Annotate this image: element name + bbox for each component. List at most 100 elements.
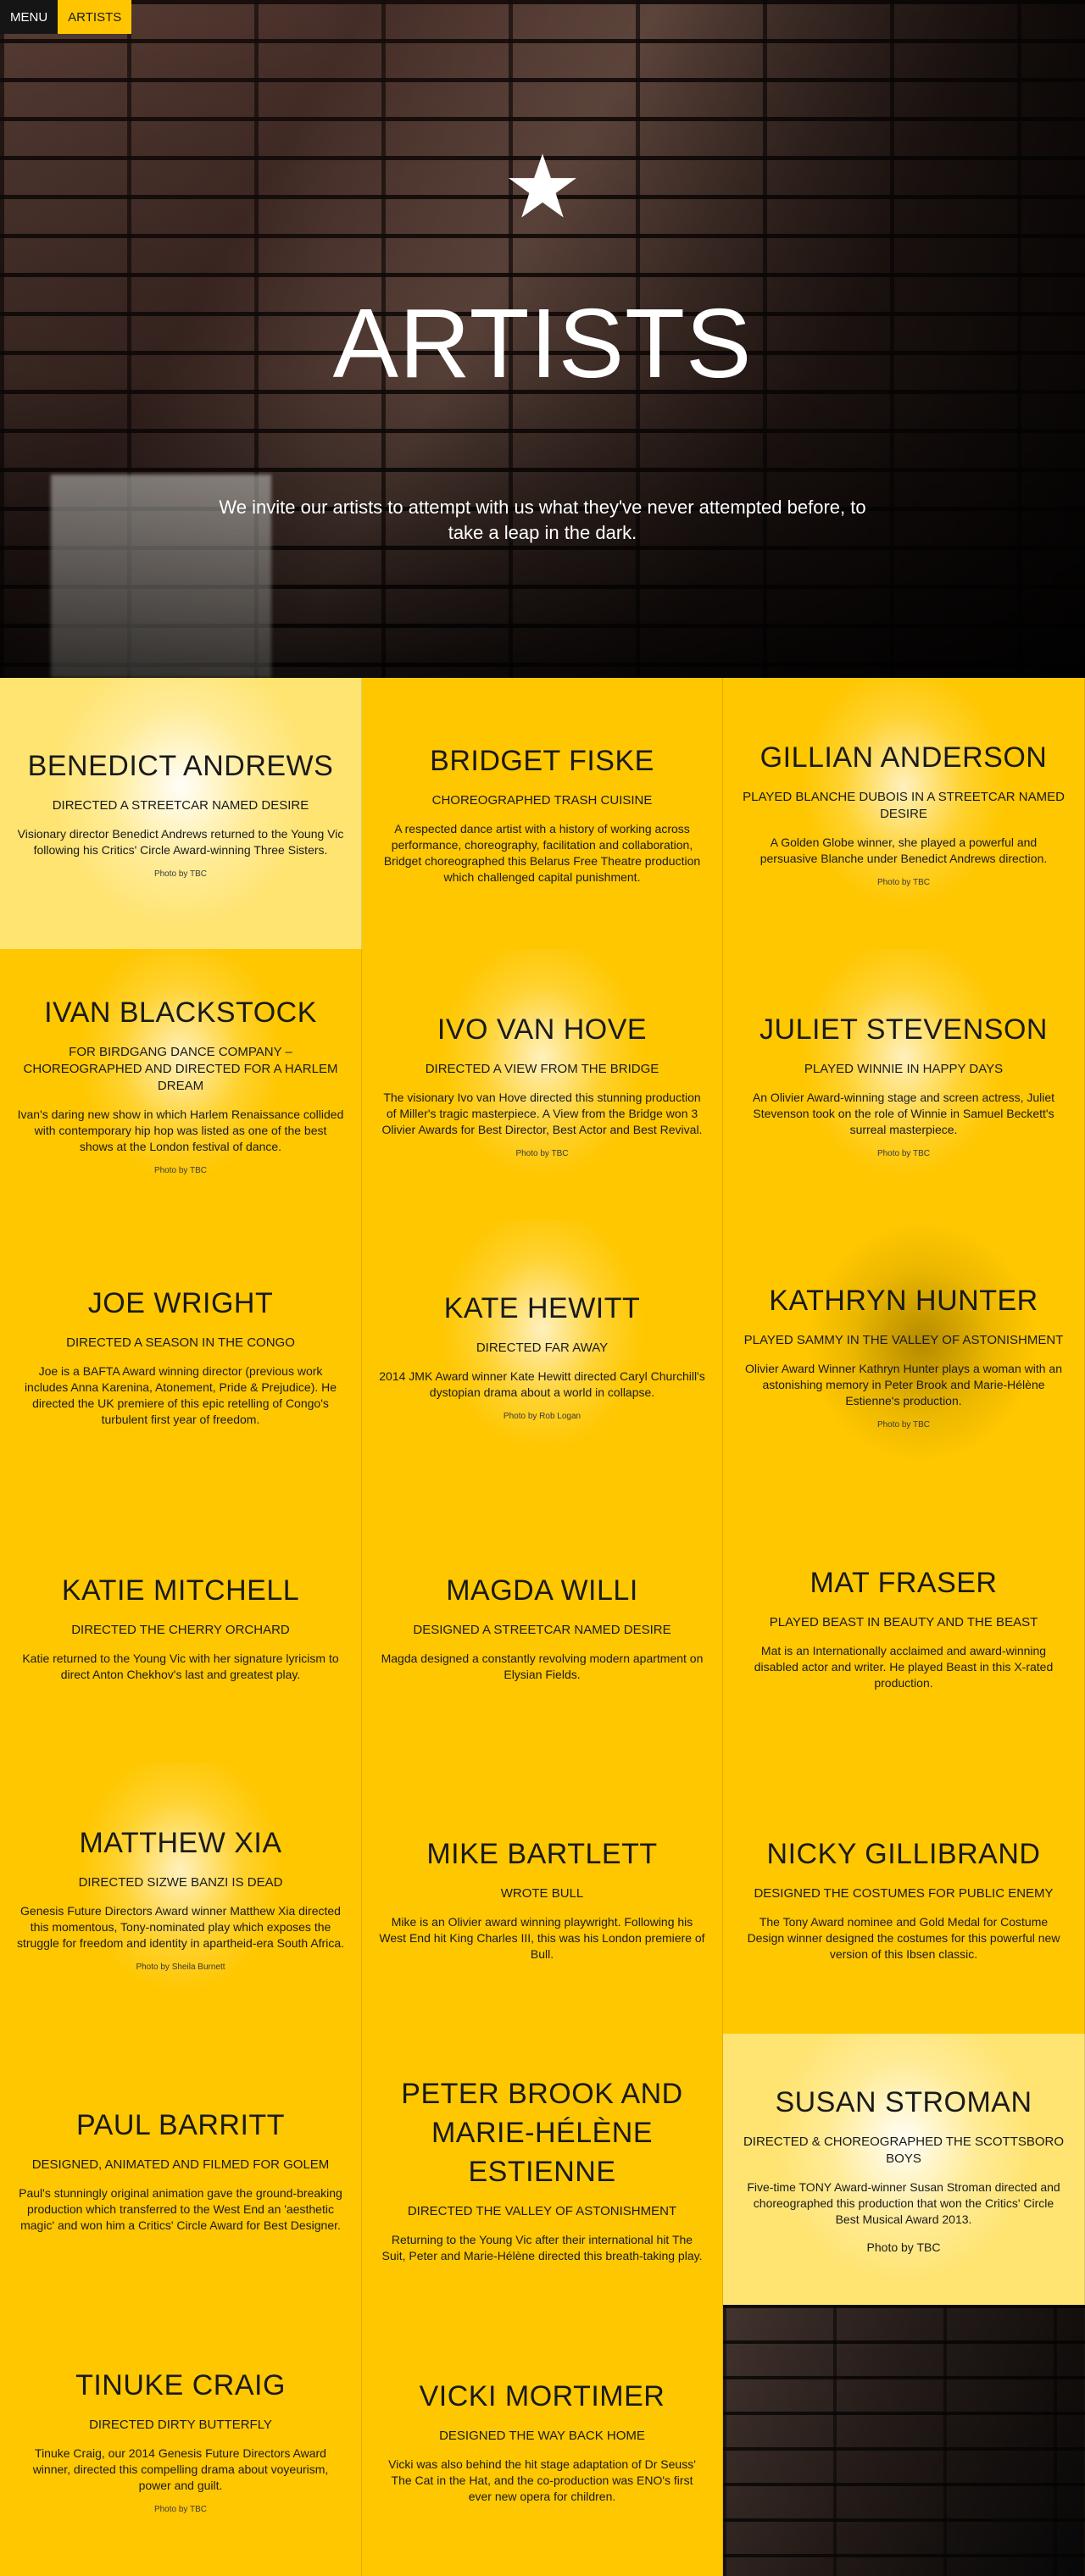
artist-description: Vicki was also behind the hit stage adap… [388, 2457, 696, 2503]
artist-description: Paul's stunningly original animation gav… [19, 2185, 342, 2232]
artist-name: GILLIAN ANDERSON [760, 741, 1048, 774]
artist-role: WROTE BULL [500, 1885, 584, 1901]
page-title: ARTISTS [332, 288, 753, 398]
star-icon [509, 153, 576, 218]
artist-name: MIKE BARTLETT [426, 1837, 658, 1870]
artist-role: PLAYED BEAST IN BEAUTY AND THE BEAST [769, 1614, 1038, 1629]
artist-role: PLAYED SAMMY IN THE VALLEY OF ASTONISHME… [743, 1332, 1064, 1347]
photo-credit: Photo by Rob Logan [503, 1412, 581, 1421]
artist-name: PAUL BARRITT [76, 2108, 285, 2141]
artist-card-joe-wright[interactable]: JOE WRIGHT DIRECTED A SEASON IN THE CONG… [0, 1220, 362, 1491]
artist-card-mike-bartlett[interactable]: MIKE BARTLETT WROTE BULL Mike is an Oliv… [362, 1763, 723, 2034]
hero-tagline: We invite our artists to attempt with us… [0, 495, 1085, 546]
artist-card-bridget-fiske[interactable]: BRIDGET FISKE CHOREOGRAPHED TRASH CUISIN… [362, 678, 723, 949]
artist-name: PETER BROOK AND MARIE-HÉLÈNE ESTIENNE [401, 2078, 683, 2188]
artist-name: VICKI MORTIMER [419, 2379, 665, 2412]
artist-name: NICKY GILLIBRAND [766, 1837, 1041, 1870]
photo-credit: Photo by TBC [153, 869, 208, 879]
artist-card-katie-mitchell[interactable]: KATIE MITCHELL DIRECTED THE CHERRY ORCHA… [0, 1491, 362, 1763]
menu-button[interactable]: MENU [0, 0, 58, 34]
artist-name: BRIDGET FISKE [430, 745, 654, 777]
artist-role: DIRECTED A SEASON IN THE CONGO [66, 1335, 295, 1350]
artist-card-mat-fraser[interactable]: MAT FRASER PLAYED BEAST IN BEAUTY AND TH… [723, 1491, 1085, 1763]
artist-role: DIRECTED A STREETCAR NAMED DESIRE [52, 798, 309, 813]
artist-name: KATE HEWITT [443, 1292, 641, 1324]
artist-description: 2014 JMK Award winner Kate Hewitt direct… [379, 1369, 705, 1399]
artists-nav-link[interactable]: ARTISTS [58, 0, 132, 34]
artist-name: KATIE MITCHELL [61, 1574, 300, 1607]
artist-role: DESIGNED THE COSTUMES FOR PUBLIC ENEMY [754, 1885, 1054, 1901]
artist-card-benedict-andrews[interactable]: BENEDICT ANDREWS DIRECTED A STREETCAR NA… [0, 678, 362, 949]
photo-credit: Photo by Sheila Burnett [136, 1962, 225, 1972]
artist-name: KATHRYN HUNTER [769, 1284, 1038, 1317]
artist-description: Olivier Award Winner Kathryn Hunter play… [744, 1361, 1062, 1407]
artist-description: Five-time TONY Award-winner Susan Stroma… [747, 2180, 1060, 2226]
photo-credit: Photo by TBC [876, 878, 931, 887]
artist-role: FOR BIRDGANG DANCE COMPANY – CHOREOGRAPH… [23, 1044, 338, 1093]
artist-name: JOE WRIGHT [87, 1287, 274, 1319]
artist-card-ivo-van-hove[interactable]: IVO VAN HOVE DIRECTED A VIEW FROM THE BR… [362, 949, 723, 1220]
artist-name: IVAN BLACKSTOCK [44, 996, 317, 1029]
artist-card-peter-brook-and-marie-helene-estienne[interactable]: PETER BROOK AND MARIE-HÉLÈNE ESTIENNE DI… [362, 2034, 723, 2305]
photo-credit: Photo by TBC [153, 1165, 208, 1175]
artist-description: Genesis Future Directors Award winner Ma… [17, 1903, 344, 1950]
artist-description: Tinuke Craig, our 2014 Genesis Future Di… [32, 2446, 329, 2492]
artist-card-tinuke-craig[interactable]: TINUKE CRAIG DIRECTED DIRTY BUTTERFLY Ti… [0, 2305, 362, 2576]
artist-name: BENEDICT ANDREWS [27, 750, 334, 782]
artist-card-nicky-gillibrand[interactable]: NICKY GILLIBRAND DESIGNED THE COSTUMES F… [723, 1763, 1085, 2034]
artist-description: Returning to the Young Vic after their i… [381, 2233, 703, 2262]
artist-name: JULIET STEVENSON [760, 1013, 1048, 1046]
artist-card-susan-stroman[interactable]: SUSAN STROMAN DIRECTED & CHOREOGRAPHED T… [723, 2034, 1085, 2305]
artist-card-matthew-xia[interactable]: MATTHEW XIA DIRECTED SIZWE BANZI IS DEAD… [0, 1763, 362, 2034]
artist-role: PLAYED BLANCHE DUBOIS IN A STREETCAR NAM… [743, 790, 1065, 821]
artist-role: DIRECTED THE VALLEY OF ASTONISHMENT [407, 2204, 677, 2218]
artist-description: Ivan's daring new show in which Harlem R… [17, 1107, 344, 1153]
artist-card-magda-willi[interactable]: MAGDA WILLI DESIGNED A STREETCAR NAMED D… [362, 1491, 723, 1763]
artist-name: TINUKE CRAIG [75, 2368, 286, 2401]
top-nav: MENU ARTISTS [0, 0, 132, 34]
artist-description: Joe is a BAFTA Award winning director (p… [24, 1364, 337, 1426]
artist-role: DIRECTED A VIEW FROM THE BRIDGE [425, 1061, 659, 1076]
photo-credit: Photo by TBC [866, 2240, 941, 2254]
artist-role: DESIGNED A STREETCAR NAMED DESIRE [413, 1623, 671, 1637]
artist-card-kate-hewitt[interactable]: KATE HEWITT DIRECTED FAR AWAY 2014 JMK A… [362, 1220, 723, 1491]
photo-credit: Photo by TBC [515, 1148, 569, 1158]
photo-credit: Photo by TBC [153, 2504, 208, 2514]
artist-card-gillian-anderson[interactable]: GILLIAN ANDERSON PLAYED BLANCHE DUBOIS I… [723, 678, 1085, 949]
brick-wall-filler-tile [723, 2305, 1085, 2576]
hero-tagline-line-1: We invite our artists to attempt with us… [219, 497, 866, 518]
artist-role: CHOREOGRAPHED TRASH CUISINE [431, 793, 653, 808]
artist-role: DIRECTED DIRTY BUTTERFLY [89, 2417, 272, 2432]
artist-grid: BENEDICT ANDREWS DIRECTED A STREETCAR NA… [0, 678, 1085, 2576]
artist-card-juliet-stevenson[interactable]: JULIET STEVENSON PLAYED WINNIE IN HAPPY … [723, 949, 1085, 1220]
artist-description: The Tony Award nominee and Gold Medal fo… [747, 1914, 1060, 1961]
artist-role: PLAYED WINNIE IN HAPPY DAYS [804, 1061, 1004, 1076]
artist-description: The visionary Ivo van Hove directed this… [381, 1090, 703, 1136]
artist-card-vicki-mortimer[interactable]: VICKI MORTIMER DESIGNED THE WAY BACK HOM… [362, 2305, 723, 2576]
artist-description: A Golden Globe winner, she played a powe… [760, 836, 1048, 865]
artist-name: IVO VAN HOVE [437, 1013, 648, 1046]
artist-description: Mat is an Internationally acclaimed and … [754, 1643, 1054, 1690]
artist-description: A respected dance artist with a history … [383, 822, 701, 884]
artist-description: Visionary director Benedict Andrews retu… [17, 827, 344, 857]
artist-description: An Olivier Award-winning stage and scree… [752, 1090, 1055, 1136]
artist-name: MAGDA WILLI [446, 1574, 638, 1607]
artist-role: DESIGNED THE WAY BACK HOME [439, 2428, 645, 2443]
artist-card-kathryn-hunter[interactable]: KATHRYN HUNTER PLAYED SAMMY IN THE VALLE… [723, 1220, 1085, 1491]
artist-role: DIRECTED & CHOREOGRAPHED THE SCOTTSBORO … [743, 2135, 1065, 2166]
artist-name: MATTHEW XIA [79, 1826, 282, 1859]
artist-description: Magda designed a constantly revolving mo… [381, 1652, 704, 1681]
artist-name: MAT FRASER [810, 1566, 998, 1599]
artist-role: DESIGNED, ANIMATED AND FILMED FOR GOLEM [31, 2157, 330, 2172]
hero-tagline-line-2: take a leap in the dark. [448, 522, 637, 543]
artist-description: Mike is an Olivier award winning playwri… [379, 1914, 705, 1961]
artist-role: DIRECTED SIZWE BANZI IS DEAD [78, 1874, 283, 1890]
artist-description: Katie returned to the Young Vic with her… [22, 1652, 339, 1681]
artist-role: DIRECTED FAR AWAY [476, 1341, 609, 1355]
photo-credit: Photo by TBC [876, 1419, 931, 1430]
artist-name: SUSAN STROMAN [775, 2086, 1032, 2118]
hero-banner: ARTISTS We invite our artists to attempt… [0, 0, 1085, 678]
photo-credit: Photo by TBC [876, 1148, 931, 1158]
artist-card-paul-barritt[interactable]: PAUL BARRITT DESIGNED, ANIMATED AND FILM… [0, 2034, 362, 2305]
artist-card-ivan-blackstock[interactable]: IVAN BLACKSTOCK FOR BIRDGANG DANCE COMPA… [0, 949, 362, 1220]
